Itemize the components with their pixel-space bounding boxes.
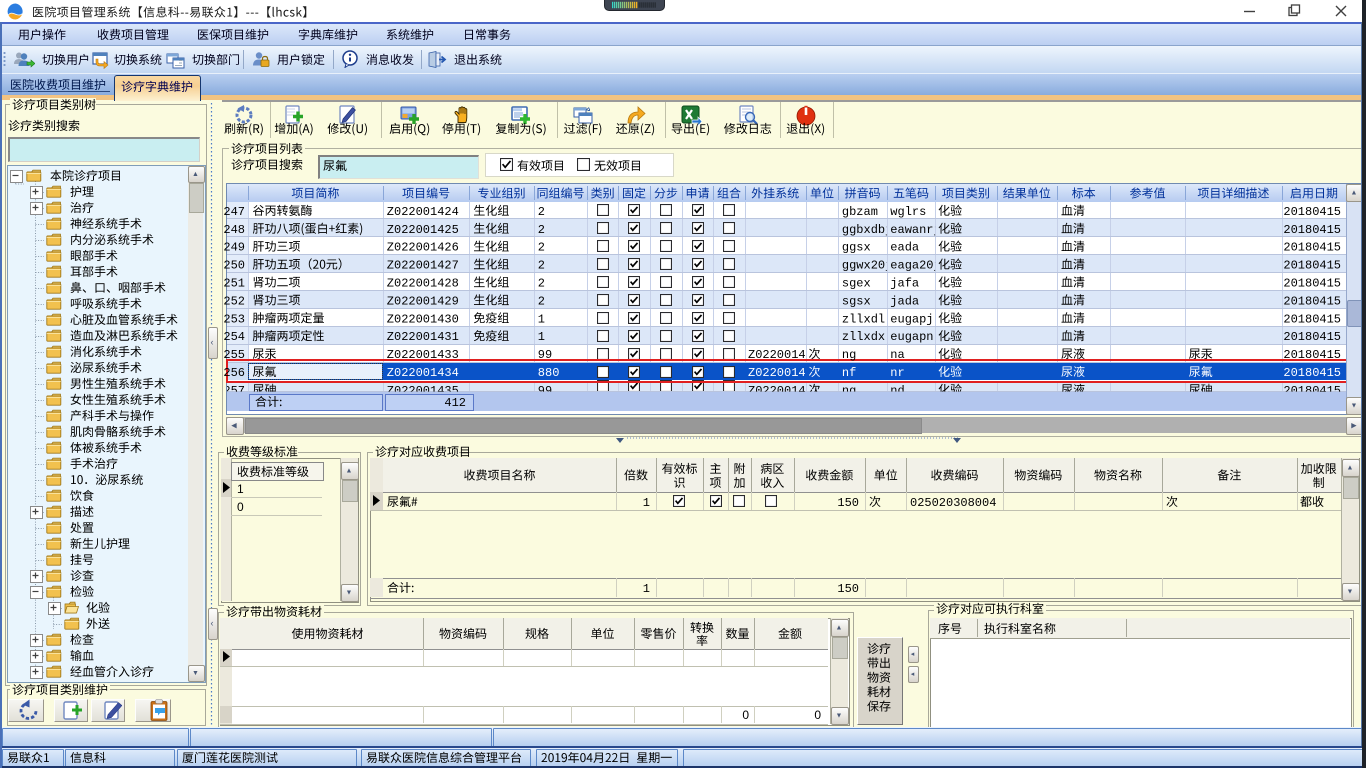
svg-text:◂: ◂ [911,671,915,678]
svg-text:▼: ▼ [1351,403,1358,410]
svg-text:▼: ▼ [1347,589,1354,596]
svg-text:‹: ‹ [211,337,214,347]
svg-text:‹: ‹ [211,618,214,628]
svg-text:▲: ▲ [346,468,353,475]
svg-text:▼: ▼ [346,590,353,597]
svg-text:◂: ◂ [911,651,915,658]
svg-text:◀: ◀ [231,423,237,430]
svg-text:▼: ▼ [836,713,843,720]
svg-text:▶: ▶ [1351,423,1357,430]
svg-text:▲: ▲ [1351,190,1358,197]
svg-text:▲: ▲ [836,625,843,632]
svg-text:▲: ▲ [1347,465,1354,472]
